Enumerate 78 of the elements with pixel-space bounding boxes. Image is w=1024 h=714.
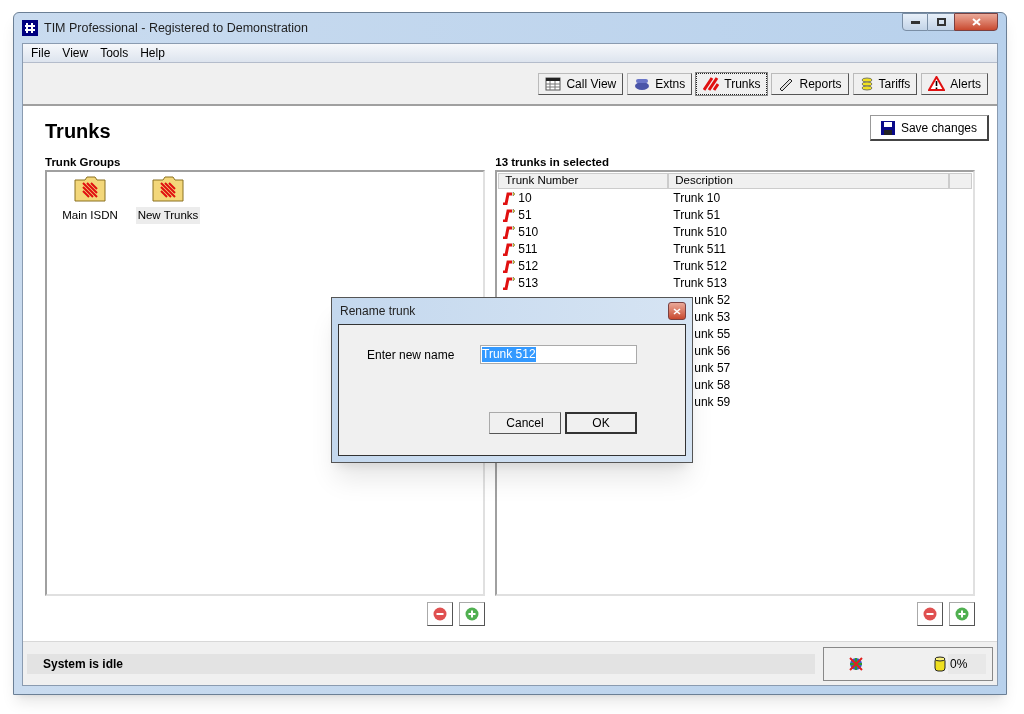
dialog-title: Rename trunk [339, 303, 416, 320]
table-cell-text: Trunk 10 [673, 189, 721, 207]
table-cell-text: unk 52 [694, 291, 731, 309]
trunks-icon [703, 76, 720, 91]
table-cell-text: Trunk 512 [673, 257, 727, 275]
table-cell-text: unk 57 [694, 359, 731, 377]
trunk-icon [501, 275, 517, 290]
dialog-button[interactable]: Cancel [489, 412, 561, 434]
save-changes-button[interactable]: Save changes [869, 115, 989, 141]
toolbar-tab[interactable]: Extns [627, 72, 693, 95]
pen-icon [778, 76, 795, 91]
trunk-group-label[interactable]: New Trunks [135, 207, 201, 225]
toolbar-tab[interactable]: Call View [538, 72, 624, 95]
folder-icon [152, 176, 184, 202]
warning-icon [928, 76, 946, 91]
app-icon [22, 20, 38, 36]
toolbar-tab[interactable]: Trunks [696, 72, 768, 95]
trunk-icon [501, 190, 517, 205]
menu-item[interactable]: Tools [94, 44, 135, 62]
page-title: Trunks [45, 119, 111, 144]
close-button[interactable] [954, 13, 998, 31]
table-cell-text: Trunk 510 [673, 223, 727, 241]
add-button[interactable] [949, 602, 975, 626]
trunk-icon [501, 207, 517, 222]
close-icon [673, 307, 681, 315]
status-percent: 0% [948, 653, 986, 674]
table-cell-text: unk 53 [694, 308, 731, 326]
table-cell-text: unk 58 [694, 376, 731, 394]
folder-icon [74, 176, 106, 202]
column-header[interactable]: Description [668, 173, 950, 189]
table-cell-text: unk 59 [694, 393, 731, 411]
trunk-icon [501, 241, 517, 256]
panel-heading: 13 trunks in selected [495, 155, 611, 170]
panel-heading: Trunk Groups [45, 155, 122, 170]
table-cell-text: 10 [518, 189, 532, 207]
coins-icon [859, 76, 874, 91]
remove-button[interactable] [917, 602, 943, 626]
minus-icon [433, 607, 448, 621]
menu-item[interactable]: View [56, 44, 95, 62]
minus-icon [923, 607, 937, 621]
table-cell-text: 513 [518, 274, 539, 292]
table-cell-text: 51 [518, 206, 532, 224]
table-cell-text: 512 [518, 257, 539, 275]
table-icon [545, 76, 562, 91]
trunk-icon [501, 258, 517, 273]
menu-item[interactable]: Help [134, 44, 171, 62]
menu-item[interactable]: File [25, 44, 57, 62]
trunk-group-label[interactable]: Main ISDN [60, 207, 120, 225]
trunk-icon [501, 224, 517, 239]
save-icon [880, 120, 895, 135]
window-title: TIM Professional - Registered to Demonstration [44, 19, 308, 37]
maximize-icon [936, 18, 946, 26]
telephone-icon [634, 76, 651, 91]
toolbar-tab[interactable]: Tariffs [852, 72, 918, 95]
toolbar-tab[interactable]: Reports [771, 72, 849, 95]
table-cell-text: Trunk 511 [673, 240, 726, 258]
plus-icon [465, 607, 480, 621]
dialog-button[interactable]: OK [565, 412, 637, 434]
table-cell-text: Trunk 513 [673, 274, 727, 292]
status-message: System is idle [27, 653, 815, 674]
table-cell-text: 510 [518, 223, 539, 241]
maximize-button[interactable] [928, 13, 954, 31]
close-button[interactable] [668, 302, 686, 320]
database-icon [934, 655, 946, 672]
field-label: Enter new name [367, 346, 455, 364]
table-cell-text: unk 55 [694, 325, 731, 343]
table-cell-text: Trunk 51 [673, 206, 721, 224]
column-header[interactable]: Trunk Number [498, 173, 669, 189]
table-cell-text: 511 [518, 240, 538, 258]
network-disconnected-icon [848, 655, 864, 672]
minimize-icon [910, 20, 920, 24]
close-icon [971, 18, 981, 26]
toolbar-tab[interactable]: Alerts [921, 72, 988, 95]
minimize-button[interactable] [902, 13, 928, 31]
add-button[interactable] [459, 602, 486, 626]
remove-button[interactable] [427, 602, 454, 626]
plus-icon [955, 607, 969, 621]
table-cell-text: unk 56 [694, 342, 731, 360]
